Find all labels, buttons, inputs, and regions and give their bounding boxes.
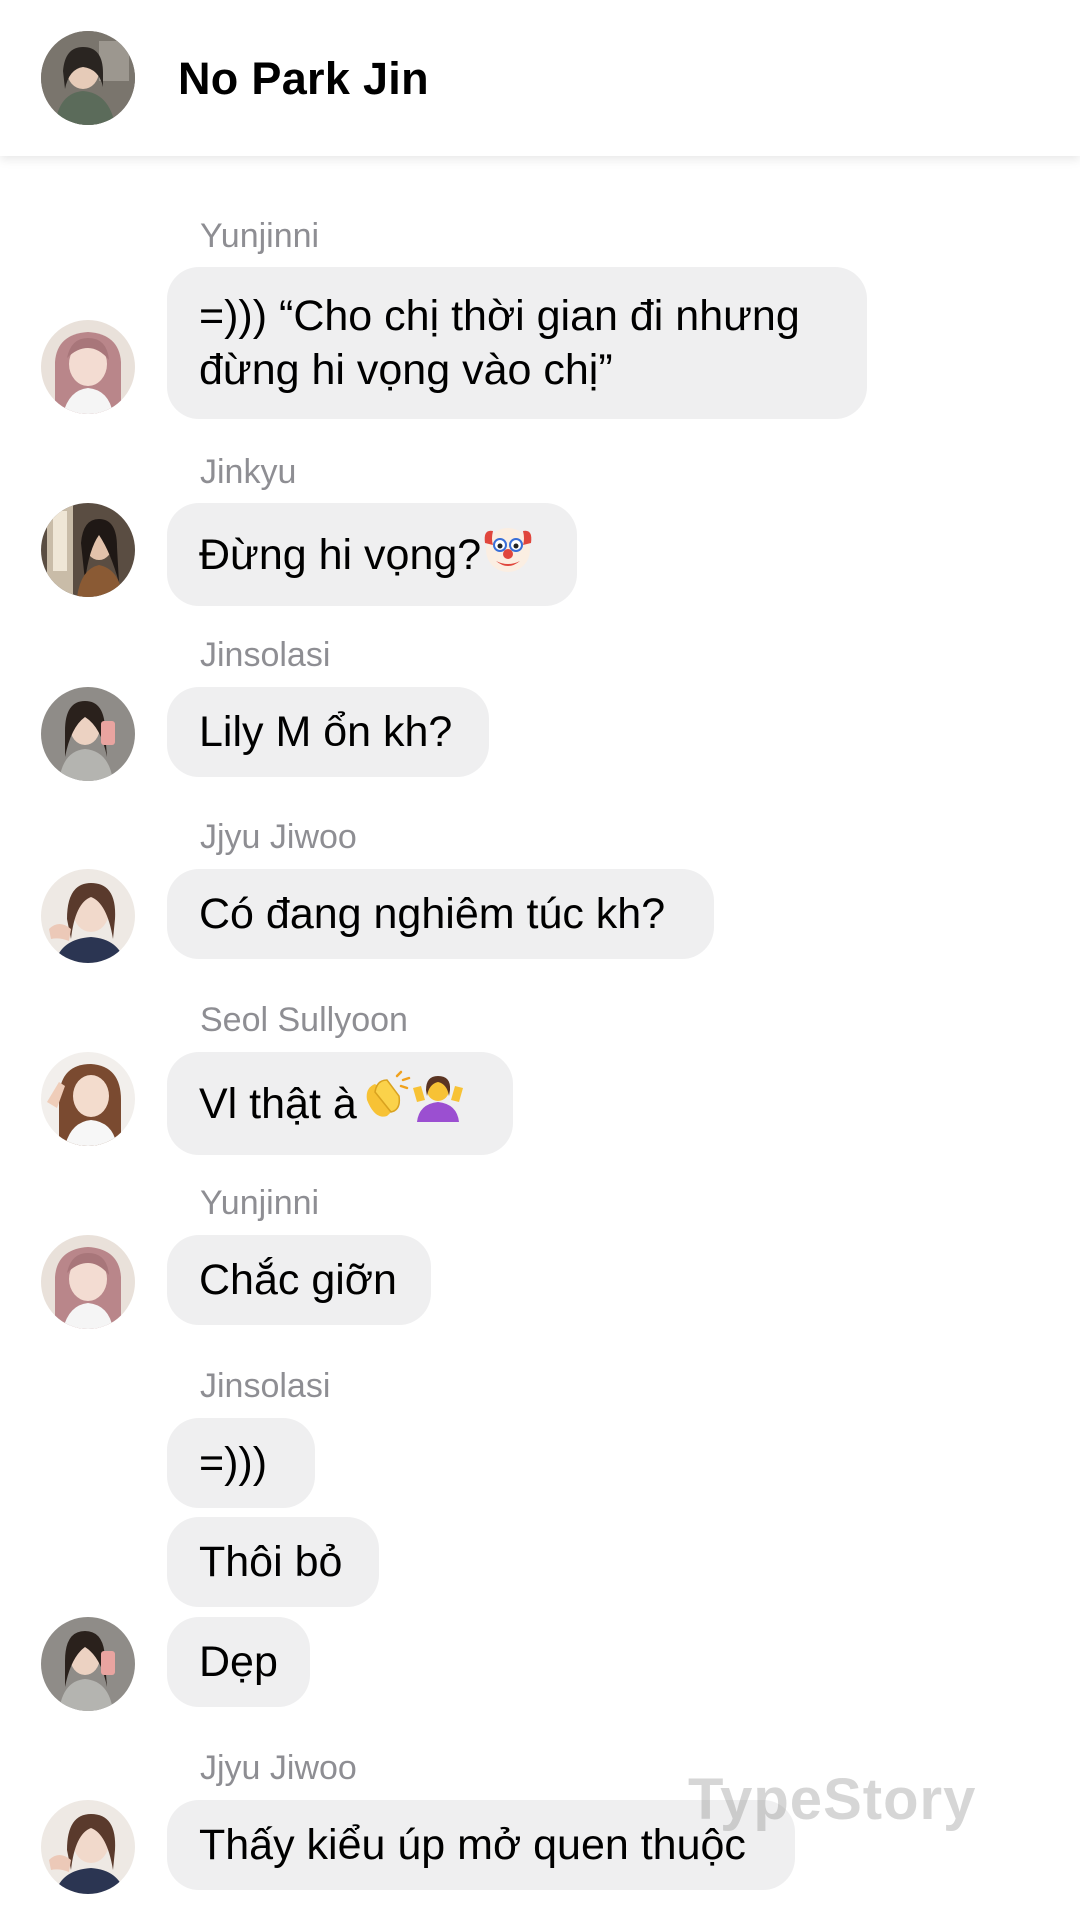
sender-name: Jinsolasi — [200, 1367, 331, 1405]
sender-name: Yunjinni — [200, 1184, 320, 1222]
clapping-hands-icon — [357, 1070, 411, 1137]
message-text: Đừng hi vọng? — [199, 531, 482, 579]
message-bubble[interactable]: Thôi bỏ — [167, 1517, 379, 1607]
sender-name: Seol Sullyoon — [200, 1001, 408, 1039]
clown-face-icon — [481, 521, 535, 588]
message-bubble[interactable]: =))) “Cho chị thời gian đi nhưng đừng hi… — [167, 267, 867, 419]
message-text: Vl thật à — [199, 1080, 357, 1128]
watermark: TypeStory — [688, 1767, 977, 1832]
sender-avatar[interactable] — [41, 320, 135, 414]
sender-name: Jinsolasi — [200, 636, 331, 674]
message-bubble[interactable]: Lily M ổn kh? — [167, 687, 489, 777]
sender-name: Jinkyu — [200, 453, 297, 491]
sender-avatar[interactable] — [41, 1800, 135, 1894]
person-shrugging-icon — [411, 1070, 465, 1137]
sender-avatar[interactable] — [41, 1052, 135, 1146]
group-avatar[interactable] — [41, 31, 135, 125]
sender-avatar[interactable] — [41, 1617, 135, 1711]
message-bubble[interactable]: Vl thật à — [167, 1052, 513, 1155]
message-bubble[interactable]: Chắc giỡn — [167, 1235, 431, 1325]
chat-header: No Park Jin — [0, 0, 1080, 156]
message-bubble[interactable]: =))) — [167, 1418, 315, 1508]
sender-avatar[interactable] — [41, 1235, 135, 1329]
sender-name: Yunjinni — [200, 217, 320, 255]
chat-title: No Park Jin — [178, 53, 429, 104]
message-bubble[interactable]: Có đang nghiêm túc kh? — [167, 869, 714, 959]
sender-avatar[interactable] — [41, 687, 135, 781]
message-bubble[interactable]: Dẹp — [167, 1617, 310, 1707]
sender-avatar[interactable] — [41, 869, 135, 963]
sender-name: Jjyu Jiwoo — [200, 818, 357, 856]
sender-name: Jjyu Jiwoo — [200, 1749, 357, 1787]
message-bubble[interactable]: Đừng hi vọng? — [167, 503, 577, 606]
sender-avatar[interactable] — [41, 503, 135, 597]
